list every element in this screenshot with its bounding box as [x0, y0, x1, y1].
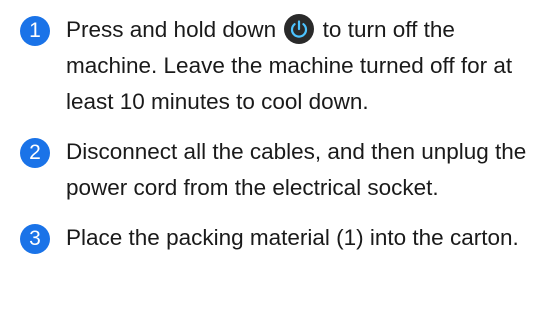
step-1-text-before: Press and hold down	[66, 17, 277, 42]
step-1: 1 Press and hold down to turn off the ma…	[20, 12, 535, 120]
step-3: 3 Place the packing material (1) into th…	[20, 220, 535, 256]
step-3-text: Place the packing material (1) into the …	[66, 225, 519, 250]
instruction-steps: 1 Press and hold down to turn off the ma…	[20, 12, 535, 270]
power-button-icon	[284, 14, 315, 44]
step-2-number: 2	[20, 138, 50, 168]
step-2-text: Disconnect all the cables, and then unpl…	[66, 139, 527, 200]
step-1-number: 1	[20, 16, 50, 46]
step-3-number: 3	[20, 224, 50, 254]
step-2: 2 Disconnect all the cables, and then un…	[20, 134, 535, 206]
